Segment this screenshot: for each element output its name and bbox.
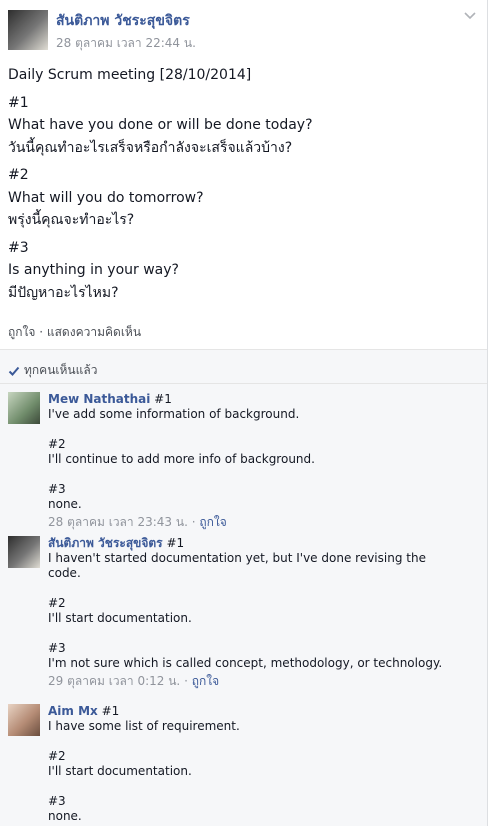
- comment-line: code.: [48, 566, 81, 580]
- comment-timestamp[interactable]: 29 ตุลาคม เวลา 0:12 น.: [48, 674, 180, 688]
- seen-indicator: ทุกคนเห็นแล้ว: [0, 350, 487, 384]
- meta-separator: ·: [187, 515, 200, 529]
- commenter-name[interactable]: สันติภาพ วัชระสุขจิตร: [48, 536, 163, 550]
- avatar[interactable]: [8, 392, 40, 424]
- post-timestamp[interactable]: 28 ตุลาคม เวลา 22:44 น.: [56, 34, 196, 53]
- comment-like-link[interactable]: ถูกใจ: [192, 674, 219, 688]
- feed-post: สันติภาพ วัชระสุขจิตร 28 ตุลาคม เวลา 22:…: [0, 0, 488, 826]
- comment: สันติภาพ วัชระสุขจิตร #1 I haven't start…: [0, 528, 487, 696]
- commenter-name[interactable]: Aim Mx: [48, 704, 98, 718]
- avatar[interactable]: [8, 704, 40, 736]
- question-3: #3 Is anything in your way? มีปัญหาอะไรไ…: [8, 237, 479, 305]
- question-1-number: #1: [8, 94, 29, 111]
- question-3-en: Is anything in your way?: [8, 262, 179, 278]
- question-1: #1 What have you done or will be done to…: [8, 92, 479, 160]
- comment-line: I haven't started documentation yet, but…: [48, 551, 426, 565]
- comment-line: #2: [48, 596, 66, 610]
- question-1-th: วันนี้คุณทำอะไรเสร็จหรือกำลังจะเสร็จแล้ว…: [8, 139, 293, 156]
- check-icon: [8, 366, 20, 376]
- comment-line: none.: [48, 497, 82, 511]
- comments-section: ทุกคนเห็นแล้ว Mew Nathathai #1 I've add …: [0, 349, 487, 826]
- comment-line: #2: [48, 749, 66, 763]
- comment: Mew Nathathai #1 I've add some informati…: [0, 384, 487, 529]
- avatar[interactable]: [8, 536, 40, 568]
- seen-label: ทุกคนเห็นแล้ว: [24, 363, 98, 377]
- commenter-name[interactable]: Mew Nathathai: [48, 392, 150, 406]
- comment-line: #3: [48, 482, 66, 496]
- meta-separator: ·: [180, 674, 192, 688]
- comment-timestamp[interactable]: 28 ตุลาคม เวลา 23:43 น.: [48, 515, 188, 529]
- author-name[interactable]: สันติภาพ วัชระสุขจิตร: [56, 10, 190, 32]
- question-1-en: What have you done or will be done today…: [8, 117, 313, 133]
- comment-line: #1: [97, 704, 120, 718]
- author-avatar[interactable]: [8, 10, 48, 50]
- like-link[interactable]: ถูกใจ: [8, 325, 35, 339]
- comment-line: #1: [162, 536, 185, 550]
- comment-line: I'll start documentation.: [48, 611, 192, 625]
- post-header: สันติภาพ วัชระสุขจิตร 28 ตุลาคม เวลา 22:…: [0, 0, 487, 56]
- question-2: #2 What will you do tomorrow? พรุ่งนี้คุ…: [8, 164, 479, 232]
- comment-line: #2: [48, 437, 66, 451]
- comment-line: I've add some information of background.: [48, 407, 300, 421]
- question-2-en: What will you do tomorrow?: [8, 189, 204, 206]
- question-3-number: #3: [8, 239, 29, 256]
- question-3-th: มีปัญหาอะไรไหม?: [8, 284, 119, 301]
- comment-line: #3: [48, 641, 66, 655]
- post-text: Daily Scrum meeting [28/10/2014] #1 What…: [0, 56, 487, 304]
- chevron-down-icon[interactable]: [463, 8, 477, 22]
- comment-line: I have some list of requirement.: [48, 719, 240, 733]
- comment-line: none.: [48, 809, 82, 823]
- comment-meta: 29 ตุลาคม เวลา 0:12 น. · ถูกใจ: [48, 674, 479, 689]
- post-actions: ถูกใจ · แสดงความคิดเห็น: [0, 309, 487, 349]
- comment-line: I'm not sure which is called concept, me…: [48, 656, 443, 670]
- post-title: Daily Scrum meeting [28/10/2014]: [8, 67, 252, 83]
- comment-link[interactable]: แสดงความคิดเห็น: [47, 325, 141, 339]
- comment: Aim Mx #1 I have some list of requiremen…: [0, 696, 487, 826]
- comment-line: #3: [48, 794, 66, 808]
- question-2-th: พรุ่งนี้คุณจะทำอะไร?: [8, 212, 135, 228]
- comment-line: I'll continue to add more info of backgr…: [48, 452, 315, 466]
- action-separator: ·: [35, 325, 47, 339]
- comment-line: I'll start documentation.: [48, 764, 192, 778]
- comment-line: #1: [150, 392, 172, 406]
- question-2-number: #2: [8, 167, 29, 183]
- comment-like-link[interactable]: ถูกใจ: [199, 515, 226, 529]
